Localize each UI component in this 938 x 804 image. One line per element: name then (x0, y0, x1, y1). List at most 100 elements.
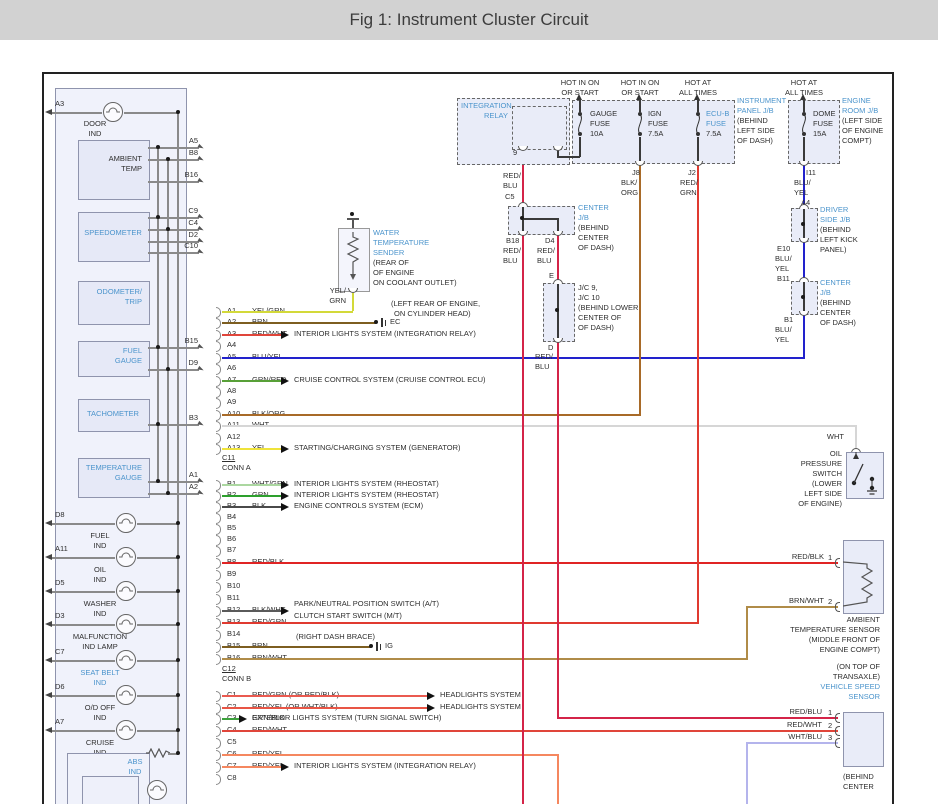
wire-c6 (222, 754, 559, 756)
title-bar: Fig 1: Instrument Cluster Circuit (0, 0, 938, 40)
stub-arrow-icon (197, 344, 204, 350)
ground-ec-note: ON CYLINDER HEAD) (394, 309, 471, 319)
pin-bracket-icon (216, 558, 221, 569)
pin-bracket-icon (216, 762, 221, 773)
pin-arc-icon (635, 161, 645, 166)
feed-line (579, 137, 581, 157)
water-temp-sender-label: WATERTEMPERATURESENDER(REAR OFOF ENGINEO… (373, 228, 457, 288)
pin-label: D3 (55, 611, 65, 621)
oil-pressure-switch-label: OILPRESSURESWITCH(LOWERLEFT SIDEOF ENGIN… (770, 449, 842, 509)
feed-line (639, 137, 641, 163)
dome-fuse-label: DOMEFUSE15A (813, 109, 836, 139)
pin-row: C8 (216, 773, 416, 784)
connector-b-label: CONN B (222, 674, 251, 684)
junction-dot (166, 367, 170, 371)
dest-arrow-icon (427, 704, 435, 712)
pin-bracket-icon (216, 774, 221, 785)
left-arrow-icon (45, 520, 52, 526)
ground-ig-label: IG (385, 641, 393, 651)
dest-arrow-icon (281, 492, 289, 500)
dest-arrow-icon (281, 607, 289, 615)
bulb-icon (146, 779, 168, 801)
pin-id: C8 (227, 773, 237, 783)
wire-red-blu (557, 717, 838, 719)
wire-c3 (222, 718, 239, 720)
pin-bracket-icon (216, 726, 221, 737)
wire-b15 (222, 646, 371, 648)
i11-wire: BLU/YEL (794, 178, 811, 198)
junction-dot (176, 751, 180, 755)
stub-line (148, 159, 199, 161)
connector-b-id: C12 (222, 664, 236, 674)
junction-dot (166, 227, 170, 231)
stub-arrow-icon (197, 478, 204, 484)
stub-arrow-icon (197, 238, 204, 244)
relay-out-wire: RED/BLU (503, 171, 521, 191)
j8-wire: BLK/ORG (621, 178, 638, 198)
wire-a2 (222, 322, 376, 324)
jc-label: J/C 9,J/C 10(BEHIND LOWERCENTER OFOF DAS… (578, 283, 638, 333)
pin-bracket-icon (216, 630, 221, 641)
stub-arrow-icon (197, 421, 204, 427)
left-arrow-icon (45, 588, 52, 594)
wire-brn-wht (746, 606, 748, 658)
pin-bracket-icon (216, 341, 221, 352)
pin-bracket-icon (216, 444, 221, 455)
wire-a5 (222, 357, 805, 359)
stub-pin: B16 (152, 170, 198, 180)
pin-arc-icon (518, 231, 528, 236)
dest-arrow-icon (239, 715, 247, 723)
pin-id: A8 (227, 386, 236, 396)
pin-row: A12 (216, 432, 416, 443)
pin-bracket-icon (216, 642, 221, 653)
pin-bracket-icon (216, 738, 221, 749)
junction-dot (801, 295, 805, 299)
stub-pin: C10 (152, 241, 198, 251)
pin-row: B6 (216, 534, 416, 545)
jb-line (557, 284, 559, 340)
dest-c7: INTERIOR LIGHTS SYSTEM (INTEGRATION RELA… (294, 761, 476, 771)
feed-line (557, 156, 580, 158)
wire-red-yel (557, 754, 559, 804)
dest-c3: EXTERIOR LIGHTS SYSTEM (TURN SIGNAL SWIT… (252, 713, 441, 723)
pin-id: B5 (227, 523, 236, 533)
ground-bar-icon (385, 320, 387, 326)
integration-relay-label: INTEGRATION (461, 101, 512, 111)
pin-row: A8 (216, 386, 416, 397)
dest-b12b: CLUTCH START SWITCH (M/T) (294, 611, 402, 621)
pin-id: A6 (227, 363, 236, 373)
driver-side-jb-label: DRIVERSIDE J/B(BEHINDLEFT KICKPANEL) (820, 205, 858, 255)
wire-c7 (222, 766, 281, 768)
wire-blk-org (639, 163, 641, 415)
junction-dot (156, 479, 160, 483)
junction-dot (176, 555, 180, 559)
instrument-panel-jb-label: INSTRUMENTPANEL J/B(BEHINDLEFT SIDEOF DA… (737, 96, 786, 146)
dest-b1: INTERIOR LIGHTS SYSTEM (RHEOSTAT) (294, 479, 439, 489)
wire-c1 (222, 695, 427, 697)
wire-b8 (222, 562, 838, 564)
center-jb2-label: CENTERJ/B(BEHINDCENTEROF DASH) (820, 278, 856, 328)
pin-id: B11 (227, 593, 240, 603)
pin-id: B7 (227, 545, 236, 555)
wire-a10 (222, 414, 641, 416)
left-arrow-icon (45, 554, 52, 560)
ambient-pin2-wire: BRN/WHT (762, 596, 824, 606)
pin-bracket-icon (216, 606, 221, 617)
ambient-temp-label: AMBIENTTEMP (80, 154, 142, 174)
ign-fuse-label: IGNFUSE7.5A (648, 109, 668, 139)
engine-room-jb-label: ENGINEROOM J/B(LEFT SIDEOF ENGINECOMPT) (842, 96, 883, 146)
stub-pin: A2 (152, 482, 198, 492)
cluster-bus (157, 147, 159, 481)
feed-line (697, 137, 699, 163)
ind-line (52, 112, 102, 114)
connector-a-label: CONN A (222, 463, 251, 473)
ind-line (52, 523, 115, 525)
wire-red-blu (522, 233, 524, 804)
wire-b1 (222, 484, 281, 486)
dest-c2: HEADLIGHTS SYSTEM (440, 702, 521, 712)
pin-bracket-icon (216, 750, 221, 761)
pin-bracket-icon (216, 654, 221, 665)
ambient-pin1-wire: RED/BLK (762, 552, 824, 562)
ground-bar-icon (376, 642, 378, 651)
page-title: Fig 1: Instrument Cluster Circuit (0, 10, 938, 30)
